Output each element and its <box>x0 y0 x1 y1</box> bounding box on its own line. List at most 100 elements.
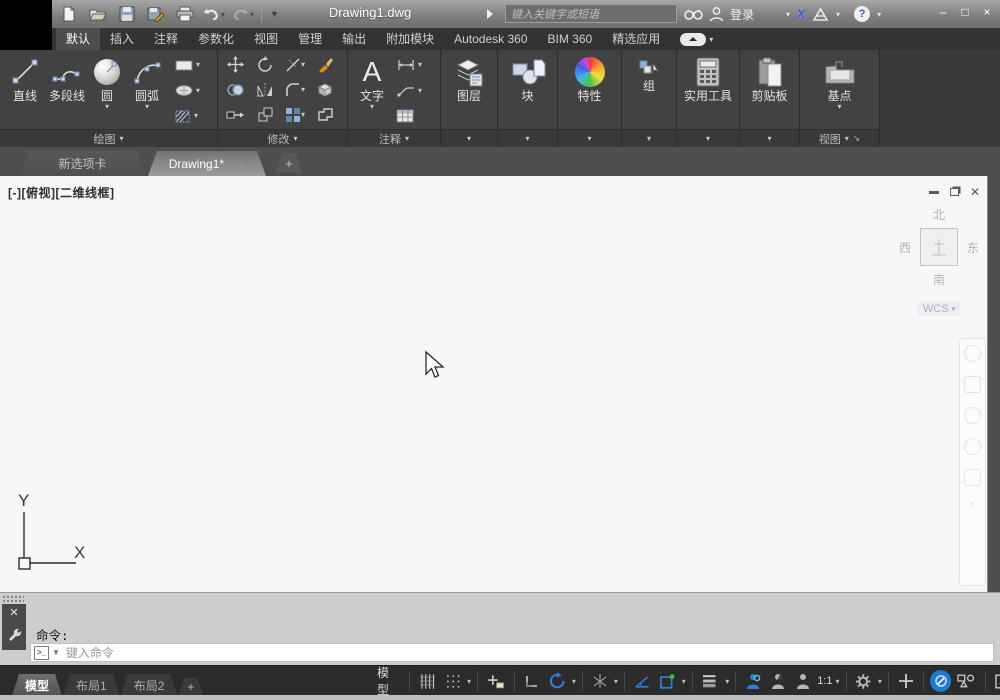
ribbon-collapse-button[interactable] <box>680 32 707 46</box>
polar-tracking-toggle[interactable] <box>546 669 569 693</box>
zoom-extents-icon[interactable] <box>964 407 981 424</box>
layout-tab-layout1[interactable]: 布局1 <box>63 674 120 696</box>
workspace-switching-button[interactable] <box>852 669 874 693</box>
lineweight-dropdown[interactable]: ▾ <box>725 677 729 686</box>
panel-title-clipboard[interactable]: ▾ <box>740 129 799 147</box>
panel-title-properties[interactable]: ▾ <box>558 129 621 147</box>
pan-hand-icon[interactable] <box>964 376 981 393</box>
hatch-button[interactable]: ▾ <box>174 107 200 125</box>
hatch-dropdown[interactable]: ▾ <box>194 112 198 120</box>
graphics-performance-toggle[interactable] <box>929 670 952 692</box>
trim-button[interactable]: ▾ <box>285 57 305 73</box>
copy-button[interactable] <box>226 82 245 98</box>
circle-dropdown[interactable]: ▾ <box>105 103 109 111</box>
workspace-dropdown[interactable]: ▾ <box>878 677 882 686</box>
dynamic-input-toggle[interactable] <box>484 669 507 693</box>
mirror-button[interactable] <box>256 82 274 98</box>
viewport-minimize-icon[interactable] <box>928 190 939 194</box>
model-paper-toggle[interactable]: 模型 <box>374 666 403 697</box>
array-button[interactable]: ▾ <box>285 107 305 123</box>
rotate-button[interactable] <box>256 55 274 74</box>
line-button[interactable]: 直线 <box>4 53 46 129</box>
exchange-apps-icon[interactable]: X <box>796 6 806 23</box>
arc-button[interactable]: 圆弧 ▾ <box>126 53 168 129</box>
lineweight-toggle[interactable] <box>699 669 722 693</box>
save-as-button[interactable] <box>145 3 167 25</box>
polar-dropdown[interactable]: ▾ <box>572 677 576 686</box>
polyline-button[interactable]: 多段线 <box>46 53 88 129</box>
layers-button[interactable]: 图层 <box>448 53 490 129</box>
array-dropdown[interactable]: ▾ <box>301 110 305 119</box>
annotation-visibility-toggle[interactable] <box>742 669 764 693</box>
command-prompt-icon[interactable]: >_ <box>34 645 49 660</box>
object-snap-tracking-toggle[interactable] <box>631 669 653 693</box>
tab-insert[interactable]: 插入 <box>100 28 144 50</box>
undo-dropdown[interactable]: ▾ <box>221 10 225 19</box>
panel-launcher-icon[interactable]: ↘ <box>853 133 861 144</box>
tab-parametric[interactable]: 参数化 <box>188 28 244 50</box>
explode-button[interactable] <box>316 81 334 98</box>
panel-title-view[interactable]: 视图 ▾ ↘ <box>800 129 879 147</box>
leader-dropdown[interactable]: ▾ <box>418 86 422 95</box>
command-input-bar[interactable]: >_ ▼ <box>30 643 994 662</box>
undo-button[interactable]: ▾ <box>203 3 225 25</box>
full-navigation-wheel-icon[interactable] <box>964 345 981 362</box>
command-close-icon[interactable]: ✕ <box>9 608 18 619</box>
rectangle-dropdown[interactable]: ▾ <box>196 61 200 69</box>
snap-dropdown[interactable]: ▾ <box>467 677 471 686</box>
maximize-button[interactable]: □ <box>956 4 974 20</box>
circle-button[interactable]: 圆 ▾ <box>88 53 126 129</box>
properties-button[interactable]: 特性 <box>569 53 611 129</box>
recent-commands-dropdown[interactable]: ▼ <box>52 648 60 657</box>
erase-button[interactable] <box>317 56 334 73</box>
annotation-scale-value[interactable]: 1:1 <box>817 675 832 687</box>
dimension-button[interactable]: ▾ <box>396 56 422 74</box>
file-tab-close-icon[interactable]: ✕ <box>236 157 245 170</box>
fillet-dropdown[interactable]: ▾ <box>301 85 305 94</box>
showmotion-icon[interactable] <box>964 469 981 486</box>
command-input[interactable] <box>65 645 993 660</box>
panel-title-block[interactable]: ▾ <box>498 129 557 147</box>
navbar-dropdown-icon[interactable]: ▾ <box>971 500 975 508</box>
ribbon-collapse-dropdown[interactable]: ▾ <box>709 35 713 44</box>
group-button[interactable]: 组 <box>628 53 670 129</box>
tab-annotate[interactable]: 注释 <box>144 28 188 50</box>
redo-dropdown[interactable]: ▾ <box>250 10 254 19</box>
isolate-objects-toggle[interactable] <box>954 669 978 693</box>
layout-tab-layout2[interactable]: 布局2 <box>121 674 178 696</box>
tab-home[interactable]: 默认 <box>56 28 101 50</box>
autodesk360-icon[interactable] <box>812 6 829 22</box>
arc-dropdown[interactable]: ▾ <box>145 103 149 111</box>
tab-output[interactable]: 输出 <box>332 28 376 50</box>
orbit-icon[interactable] <box>964 438 981 455</box>
tab-featured-apps[interactable]: 精选应用 <box>602 28 670 50</box>
viewcube-west[interactable]: 西 <box>899 239 911 256</box>
viewcube-top-face[interactable] <box>920 228 958 266</box>
signin-user-icon[interactable] <box>709 6 724 22</box>
rectangle-button[interactable]: ▾ <box>174 56 200 74</box>
panel-title-draw[interactable]: 绘图 ▾ <box>0 129 217 147</box>
base-dropdown[interactable]: ▾ <box>837 103 841 111</box>
text-button[interactable]: A 文字 ▾ <box>352 53 392 129</box>
command-drag-grip[interactable] <box>2 595 24 602</box>
text-dropdown[interactable]: ▾ <box>370 103 374 111</box>
help-dropdown[interactable]: ▾ <box>877 10 881 19</box>
viewport-close-icon[interactable]: ✕ <box>970 186 980 198</box>
panel-title-layers[interactable]: ▾ <box>441 129 497 147</box>
tab-addins[interactable]: 附加模块 <box>376 28 444 50</box>
snap-mode-toggle[interactable] <box>442 669 464 693</box>
navigation-bar[interactable]: ▾ <box>959 338 986 586</box>
tab-manage[interactable]: 管理 <box>288 28 332 50</box>
annotation-scale-button[interactable] <box>792 669 814 693</box>
tab-autodesk360[interactable]: Autodesk 360 <box>444 28 537 50</box>
command-wrench-icon[interactable] <box>7 627 21 641</box>
annotation-scale-dropdown[interactable]: ▾ <box>835 677 839 686</box>
panel-title-group[interactable]: ▾ <box>622 129 676 147</box>
file-tab-drawing1[interactable]: Drawing1* ✕ <box>148 151 266 176</box>
object-snap-toggle[interactable] <box>656 669 678 693</box>
file-tab-add-button[interactable]: + <box>276 153 302 173</box>
drawing-canvas[interactable]: [-][俯视][二维线框] ✕ 北 西 东 南 WCS ▾ ▾ Y X <box>0 176 1000 592</box>
table-button[interactable] <box>396 107 422 125</box>
edit-polyline-button[interactable] <box>317 107 334 122</box>
move-button[interactable] <box>226 55 245 74</box>
